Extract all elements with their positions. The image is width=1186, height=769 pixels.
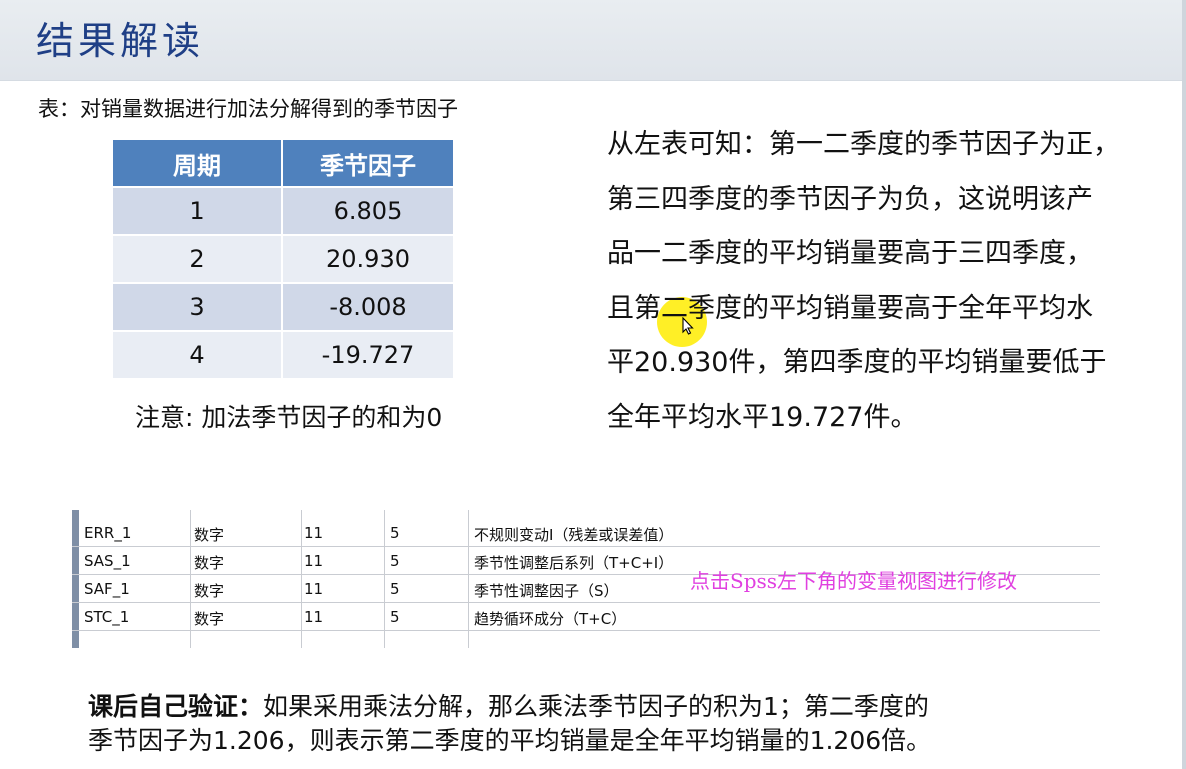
variable-name: SAS_1 — [84, 552, 131, 570]
variable-type: 数字 — [194, 526, 225, 544]
homework-line-1: 课后自己验证：如果采用乘法分解，那么乘法季节因子的积为1；第二季度的 — [88, 690, 1148, 724]
table-row: 1 6.805 — [113, 186, 453, 234]
homework-label: 课后自己验证： — [88, 692, 264, 721]
page-title: 结果解读 — [36, 19, 205, 63]
table-row: 3 -8.008 — [113, 282, 453, 330]
explanation-line: 全年平均水平19.727件。 — [607, 401, 918, 433]
column-header-seasonal-factor: 季节因子 — [283, 140, 453, 186]
table-caption: 表：对销量数据进行加法分解得到的季节因子 — [38, 97, 458, 121]
homework-text-1: 如果采用乘法分解，那么乘法季节因子的积为1；第二季度的 — [263, 692, 929, 721]
variable-decimals: 5 — [390, 524, 400, 542]
variable-name: ERR_1 — [84, 524, 132, 542]
spss-variable-row[interactable]: STC_1 数字 11 5 趋势循环成分（T+C） — [72, 603, 1100, 631]
variable-width: 11 — [304, 580, 324, 598]
variable-label: 趋势循环成分（T+C） — [474, 610, 627, 628]
sum-note: 注意: 加法季节因子的和为0 — [135, 403, 443, 432]
seasonal-factor-table: 周期 季节因子 1 6.805 2 20.930 3 -8.008 4 -19.… — [113, 140, 453, 378]
factor-cell: 6.805 — [283, 186, 453, 234]
column-header-period: 周期 — [113, 140, 283, 186]
slide-edge — [1182, 0, 1186, 769]
spss-variable-row[interactable]: ERR_1 数字 11 5 不规则变动I（残差或误差值） — [72, 519, 1100, 547]
spss-hint-text: 点击Spss左下角的变量视图进行修改 — [690, 569, 1018, 593]
variable-decimals: 5 — [390, 552, 400, 570]
title-bar: 结果解读 — [0, 0, 1186, 81]
factor-cell: 20.930 — [283, 234, 453, 282]
table-row: 2 20.930 — [113, 234, 453, 282]
factor-cell: -8.008 — [283, 282, 453, 330]
explanation-line: 从左表可知：第一二季度的季节因子为正， — [607, 129, 1120, 160]
variable-name: SAF_1 — [84, 580, 130, 598]
variable-width: 11 — [304, 552, 324, 570]
variable-label: 不规则变动I（残差或误差值） — [474, 526, 674, 544]
variable-type: 数字 — [194, 554, 225, 572]
period-cell: 3 — [113, 282, 283, 330]
mouse-pointer-icon — [682, 317, 694, 335]
variable-label: 季节性调整后系列（T+C+I） — [474, 554, 674, 572]
variable-decimals: 5 — [390, 580, 400, 598]
period-cell: 1 — [113, 186, 283, 234]
variable-name: STC_1 — [84, 608, 130, 626]
period-cell: 2 — [113, 234, 283, 282]
variable-width: 11 — [304, 608, 324, 626]
explanation-line: 第三四季度的季节因子为负，这说明该产 — [607, 183, 1093, 215]
variable-width: 11 — [304, 524, 324, 542]
period-cell: 4 — [113, 330, 283, 378]
variable-type: 数字 — [194, 582, 225, 600]
explanation-line: 品一二季度的平均销量要高于三四季度， — [607, 238, 1093, 269]
factor-cell: -19.727 — [283, 330, 453, 378]
homework-text-2: 季节因子为1.206，则表示第二季度的平均销量是全年平均销量的1.206倍。 — [88, 726, 932, 755]
variable-type: 数字 — [194, 610, 225, 628]
explanation-line: 平20.930件，第四季度的平均销量要低于 — [607, 347, 1107, 378]
variable-label: 季节性调整因子（S） — [474, 582, 619, 600]
homework-note: 课后自己验证：如果采用乘法分解，那么乘法季节因子的积为1；第二季度的 季节因子为… — [88, 690, 1148, 758]
explanation-text: 从左表可知：第一二季度的季节因子为正， 第三四季度的季节因子为负，这说明该产 品… — [607, 118, 1167, 445]
variable-decimals: 5 — [390, 608, 400, 626]
table-row: 4 -19.727 — [113, 330, 453, 378]
